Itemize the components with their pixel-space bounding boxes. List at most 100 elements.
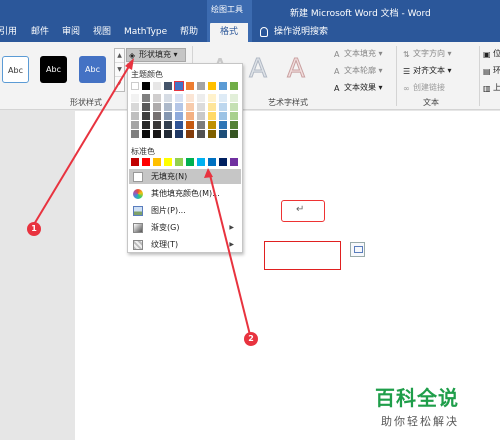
align-text-button[interactable]: ☰ 对齐文本 ▾: [403, 65, 452, 76]
theme-color-shade-swatch[interactable]: [197, 112, 205, 120]
theme-color-swatch[interactable]: [230, 82, 238, 90]
theme-color-swatch[interactable]: [197, 82, 205, 90]
shape-style-swatch-white[interactable]: Abc: [2, 56, 29, 83]
theme-color-swatch[interactable]: [131, 82, 139, 90]
tab-view[interactable]: 视图: [93, 23, 111, 42]
theme-color-shade-swatch[interactable]: [153, 121, 161, 129]
standard-color-swatch[interactable]: [186, 158, 194, 166]
theme-color-shade-swatch[interactable]: [208, 112, 216, 120]
gradient-fill-item[interactable]: 渐变(G) ▶: [129, 220, 241, 235]
picture-fill-item[interactable]: 图片(P)...: [129, 203, 241, 218]
theme-color-shade-swatch[interactable]: [175, 94, 183, 102]
theme-color-shade-swatch[interactable]: [142, 121, 150, 129]
theme-color-shade-swatch[interactable]: [186, 121, 194, 129]
theme-color-shade-swatch[interactable]: [164, 94, 172, 102]
theme-color-swatch[interactable]: [164, 82, 172, 90]
selected-rectangle-shape[interactable]: [264, 241, 341, 270]
standard-color-swatch[interactable]: [208, 158, 216, 166]
theme-color-shade-swatch[interactable]: [131, 94, 139, 102]
wrap-text-button[interactable]: ▤环绕: [483, 65, 500, 76]
theme-color-shade-swatch[interactable]: [208, 94, 216, 102]
wordart-style-outline[interactable]: A: [243, 54, 273, 85]
theme-color-shade-swatch[interactable]: [164, 112, 172, 120]
theme-color-shade-swatch[interactable]: [219, 94, 227, 102]
text-outline-button[interactable]: A 文本轮廓 ▾: [334, 65, 383, 76]
theme-color-shade-swatch[interactable]: [230, 112, 238, 120]
theme-color-swatch[interactable]: [142, 82, 150, 90]
shape-style-swatch-black[interactable]: Abc: [40, 56, 67, 83]
tell-me-search[interactable]: 操作说明搜索: [260, 23, 328, 42]
theme-color-shade-swatch[interactable]: [131, 103, 139, 111]
tab-mailings[interactable]: 邮件: [31, 23, 49, 42]
theme-color-shade-swatch[interactable]: [186, 94, 194, 102]
theme-color-shade-swatch[interactable]: [164, 121, 172, 129]
theme-color-shade-swatch[interactable]: [153, 103, 161, 111]
theme-color-shade-swatch[interactable]: [186, 103, 194, 111]
tab-mathtype[interactable]: MathType: [124, 23, 167, 42]
theme-color-swatch[interactable]: [174, 81, 184, 91]
theme-color-shade-swatch[interactable]: [208, 103, 216, 111]
theme-color-swatch[interactable]: [208, 82, 216, 90]
create-link-button[interactable]: ∞ 创建链接: [403, 82, 445, 93]
theme-color-shade-swatch[interactable]: [230, 103, 238, 111]
theme-color-shade-swatch[interactable]: [142, 112, 150, 120]
theme-color-shade-swatch[interactable]: [208, 130, 216, 138]
theme-color-swatch[interactable]: [219, 82, 227, 90]
layout-options-icon[interactable]: [350, 242, 365, 257]
standard-color-swatch[interactable]: [175, 158, 183, 166]
bring-forward-button[interactable]: ▥上移: [483, 82, 500, 93]
theme-color-shade-swatch[interactable]: [175, 121, 183, 129]
theme-color-shade-swatch[interactable]: [164, 103, 172, 111]
standard-color-swatch[interactable]: [164, 158, 172, 166]
theme-color-shade-swatch[interactable]: [186, 112, 194, 120]
standard-color-swatch[interactable]: [153, 158, 161, 166]
theme-color-shade-swatch[interactable]: [175, 112, 183, 120]
theme-color-shade-swatch[interactable]: [131, 130, 139, 138]
position-button[interactable]: ▣位置: [483, 48, 500, 59]
theme-color-shade-swatch[interactable]: [219, 103, 227, 111]
theme-color-shade-swatch[interactable]: [175, 103, 183, 111]
theme-color-shade-swatch[interactable]: [131, 121, 139, 129]
standard-color-swatch[interactable]: [197, 158, 205, 166]
standard-color-swatch[interactable]: [142, 158, 150, 166]
theme-color-shade-swatch[interactable]: [197, 94, 205, 102]
chevron-up-icon[interactable]: ▲: [115, 49, 124, 63]
gallery-expand-icon[interactable]: ▾: [115, 77, 124, 91]
theme-color-shade-swatch[interactable]: [219, 112, 227, 120]
theme-color-shade-swatch[interactable]: [142, 130, 150, 138]
text-direction-button[interactable]: ⇅ 文字方向 ▾: [403, 48, 452, 59]
theme-color-shade-swatch[interactable]: [230, 121, 238, 129]
text-effects-button[interactable]: A 文本效果 ▾: [334, 82, 383, 93]
theme-color-shade-swatch[interactable]: [142, 94, 150, 102]
wordart-style-pink[interactable]: A: [281, 54, 311, 85]
standard-color-swatch[interactable]: [131, 158, 139, 166]
theme-color-shade-swatch[interactable]: [219, 130, 227, 138]
theme-color-shade-swatch[interactable]: [197, 121, 205, 129]
theme-color-shade-swatch[interactable]: [219, 121, 227, 129]
text-fill-button[interactable]: A 文本填充 ▾: [334, 48, 383, 59]
no-fill-item[interactable]: 无填充(N): [129, 169, 241, 184]
theme-color-shade-swatch[interactable]: [186, 130, 194, 138]
tab-review[interactable]: 审阅: [62, 23, 80, 42]
shape-fill-button[interactable]: ◈ 形状填充 ▾: [126, 48, 186, 62]
theme-color-swatch[interactable]: [153, 82, 161, 90]
chevron-down-icon[interactable]: ▼: [115, 63, 124, 77]
theme-color-shade-swatch[interactable]: [197, 103, 205, 111]
theme-color-shade-swatch[interactable]: [208, 121, 216, 129]
theme-color-shade-swatch[interactable]: [230, 94, 238, 102]
tab-format[interactable]: 格式: [210, 23, 248, 42]
shape-style-swatch-blue[interactable]: Abc: [79, 56, 106, 83]
style-gallery-scroll[interactable]: ▲ ▼ ▾: [114, 48, 125, 92]
standard-color-swatch[interactable]: [219, 158, 227, 166]
texture-fill-item[interactable]: 纹理(T) ▶: [129, 237, 241, 252]
theme-color-swatch[interactable]: [186, 82, 194, 90]
theme-color-shade-swatch[interactable]: [175, 130, 183, 138]
more-fill-colors-item[interactable]: 其他填充颜色(M)...: [129, 186, 241, 201]
theme-color-shade-swatch[interactable]: [153, 94, 161, 102]
theme-color-shade-swatch[interactable]: [153, 130, 161, 138]
theme-color-shade-swatch[interactable]: [142, 103, 150, 111]
tab-help[interactable]: 帮助: [180, 23, 198, 42]
theme-color-shade-swatch[interactable]: [153, 112, 161, 120]
theme-color-shade-swatch[interactable]: [164, 130, 172, 138]
theme-color-shade-swatch[interactable]: [230, 130, 238, 138]
